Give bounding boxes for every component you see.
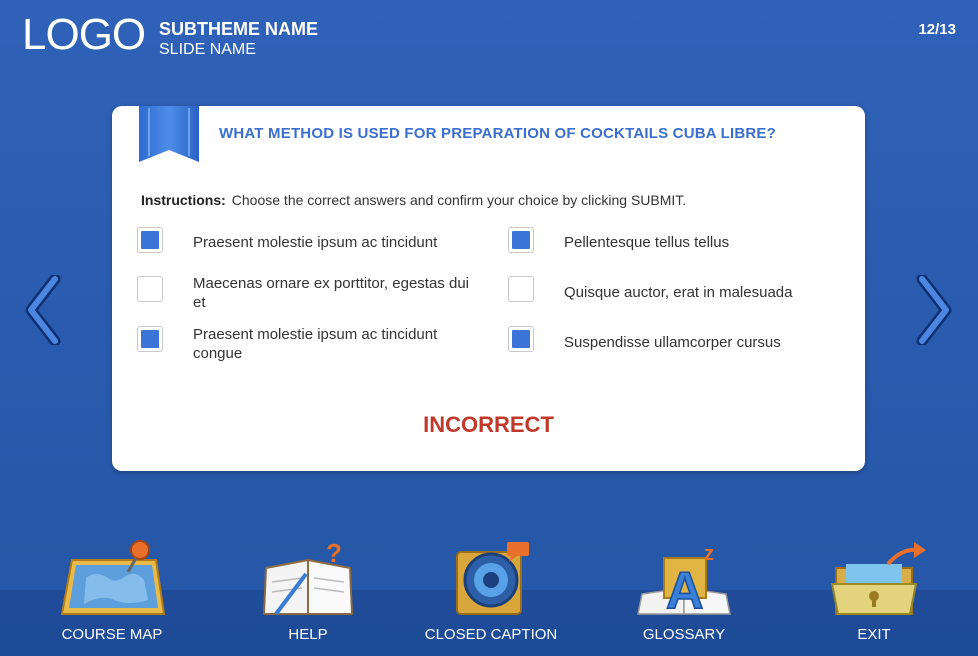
glossary-button[interactable]: A z GLOSSARY (609, 538, 759, 643)
answer-label: Suspendisse ullamcorper cursus (564, 334, 781, 351)
svg-text:A: A (666, 562, 704, 618)
closed-caption-button[interactable]: CLOSED CAPTION (416, 538, 566, 643)
course-map-icon (60, 540, 166, 615)
instructions: Instructions: Choose the correct answers … (141, 192, 686, 208)
instructions-label: Instructions: (141, 192, 226, 208)
help-notebook-icon: ? (262, 538, 354, 616)
course-map-button[interactable]: COURSE MAP (37, 538, 187, 643)
answer-label: Praesent molestie ipsum ac tincidunt con… (193, 326, 438, 362)
answer-label: Maecenas ornare ex porttitor, egestas du… (193, 275, 469, 311)
answer-label: Quisque auctor, erat in malesuada (564, 284, 793, 301)
exit-folder-icon (830, 542, 926, 615)
header: LOGO SUBTHEME NAME SLIDE NAME 12/13 (0, 0, 978, 80)
closed-caption-icon (456, 542, 529, 615)
answer-option[interactable]: Maecenas ornare ex porttitor, egestas du… (137, 275, 473, 312)
answer-checkbox[interactable] (137, 276, 163, 302)
result-feedback: INCORRECT (423, 412, 554, 437)
answer-option[interactable]: Suspendisse ullamcorper cursus (508, 326, 844, 352)
chevron-right-icon (916, 273, 952, 347)
course-map-label: COURSE MAP (61, 626, 163, 643)
glossary-icon: A z (637, 543, 731, 618)
answer-checkbox[interactable] (137, 326, 163, 352)
page-counter: 12/13 (918, 21, 956, 38)
question-card: WHAT METHOD IS USED FOR PREPARATION OF C… (112, 106, 865, 471)
ribbon-bookmark-icon (139, 106, 199, 162)
answer-option[interactable]: Quisque auctor, erat in malesuada (508, 276, 844, 302)
answer-checkbox[interactable] (137, 227, 163, 253)
exit-button[interactable]: EXIT (799, 538, 949, 643)
answer-checkbox[interactable] (508, 227, 534, 253)
answer-option[interactable]: Pellentesque tellus tellus (508, 227, 844, 253)
subtheme-name: SUBTHEME NAME (159, 19, 319, 39)
exit-label: EXIT (857, 626, 891, 643)
svg-text:z: z (704, 543, 714, 565)
help-label: HELP (288, 626, 328, 643)
answer-option[interactable]: Praesent molestie ipsum ac tincidunt con… (137, 326, 473, 363)
answer-label: Pellentesque tellus tellus (564, 234, 730, 251)
answer-checkbox[interactable] (508, 326, 534, 352)
answer-option[interactable]: Praesent molestie ipsum ac tincidunt (137, 227, 473, 253)
answer-label: Praesent molestie ipsum ac tincidunt (193, 234, 438, 251)
chevron-left-icon (25, 273, 61, 347)
closed-caption-label: CLOSED CAPTION (424, 626, 558, 643)
logo: LOGO (22, 10, 146, 59)
next-slide-button[interactable] (914, 273, 954, 347)
previous-slide-button[interactable] (23, 273, 63, 347)
slide-name: SLIDE NAME (159, 41, 256, 58)
help-button[interactable]: ? HELP (233, 538, 383, 643)
answer-checkbox[interactable] (508, 276, 534, 302)
glossary-label: GLOSSARY (642, 626, 726, 643)
instructions-text: Choose the correct answers and confirm y… (231, 192, 687, 208)
svg-text:?: ? (326, 538, 342, 568)
question-title: WHAT METHOD IS USED FOR PREPARATION OF C… (219, 125, 776, 142)
